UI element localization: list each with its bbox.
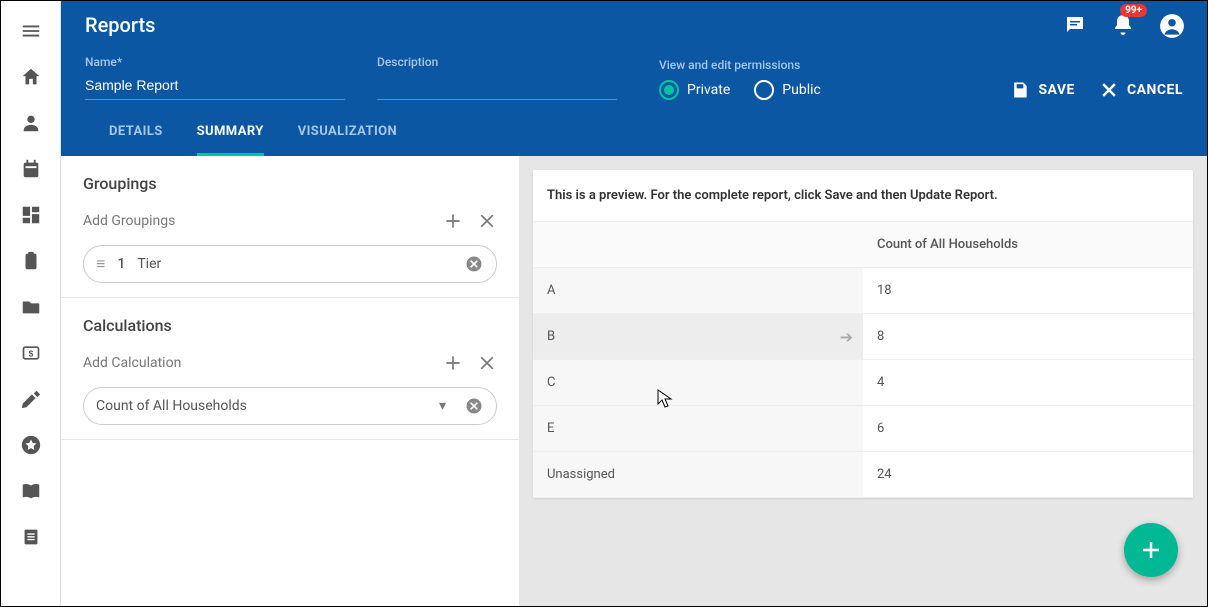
add-grouping-button[interactable] <box>443 211 463 231</box>
folder-icon[interactable] <box>19 295 43 319</box>
hamburger-icon[interactable] <box>19 19 43 43</box>
add-calculation-label: Add Calculation <box>83 355 181 371</box>
topbar: Reports 99+ Name* Description <box>61 1 1207 156</box>
svg-text:$: $ <box>28 348 33 358</box>
row-value: 8 <box>863 314 1193 360</box>
home-icon[interactable] <box>19 65 43 89</box>
table-row[interactable]: A18 <box>533 268 1193 314</box>
row-category: C <box>533 360 863 406</box>
book-icon[interactable] <box>19 479 43 503</box>
notif-badge: 99+ <box>1120 4 1147 17</box>
clear-calculations-button[interactable] <box>477 353 497 373</box>
grouping-label: Tier <box>137 256 452 272</box>
grouping-number: 1 <box>117 256 125 272</box>
notifications-icon[interactable]: 99+ <box>1111 13 1135 37</box>
config-panel: Groupings Add Groupings ≡ 1 Tier <box>61 156 519 606</box>
tab-visualization[interactable]: VISUALIZATION <box>298 124 397 156</box>
table-header-count: Count of All Households <box>863 222 1193 268</box>
clear-groupings-button[interactable] <box>477 211 497 231</box>
table-row[interactable]: Unassigned24 <box>533 452 1193 498</box>
groupings-section: Groupings Add Groupings ≡ 1 Tier <box>61 156 519 298</box>
remove-grouping-button[interactable] <box>464 254 484 274</box>
add-calculation-button[interactable] <box>443 353 463 373</box>
permissions-label: View and edit permissions <box>659 58 821 72</box>
calculation-dropdown-icon[interactable]: ▾ <box>439 398 446 414</box>
row-value: 6 <box>863 406 1193 452</box>
drilldown-arrow-icon[interactable]: ➔ <box>840 327 853 346</box>
row-category: Unassigned <box>533 452 863 498</box>
cancel-button[interactable]: CANCEL <box>1099 80 1183 100</box>
preview-notice: This is a preview. For the complete repo… <box>533 170 1193 222</box>
fab-add-button[interactable] <box>1124 523 1178 577</box>
row-value: 24 <box>863 452 1193 498</box>
row-value: 18 <box>863 268 1193 314</box>
row-category: B➔ <box>533 314 863 360</box>
table-header-empty <box>533 222 863 268</box>
preview-panel: This is a preview. For the complete repo… <box>519 156 1207 606</box>
preview-table: Count of All Households A18 B➔8 C4 E6 Un… <box>533 222 1193 498</box>
plus-icon <box>1139 538 1163 562</box>
tab-summary[interactable]: SUMMARY <box>197 124 264 156</box>
person-icon[interactable] <box>19 111 43 135</box>
private-radio[interactable]: Private <box>659 80 730 100</box>
clipboard-icon[interactable] <box>19 249 43 273</box>
drag-handle-icon[interactable]: ≡ <box>96 254 105 274</box>
billing-icon[interactable]: $ <box>19 341 43 365</box>
settings-icon[interactable] <box>19 387 43 411</box>
name-field: Name* <box>85 55 345 100</box>
private-label: Private <box>687 82 730 98</box>
description-field: Description <box>377 55 617 100</box>
star-icon[interactable] <box>19 433 43 457</box>
tabs: DETAILS SUMMARY VISUALIZATION <box>61 106 1207 156</box>
account-icon[interactable] <box>1159 13 1183 37</box>
row-category: A <box>533 268 863 314</box>
calculation-label: Count of All Households <box>96 398 427 414</box>
name-input[interactable] <box>85 75 345 100</box>
calculations-section: Calculations Add Calculation Count of Al… <box>61 298 519 440</box>
close-icon <box>1099 80 1119 100</box>
save-icon <box>1010 80 1030 100</box>
grouping-item[interactable]: ≡ 1 Tier <box>83 245 497 283</box>
groupings-title: Groupings <box>83 174 497 193</box>
row-value: 4 <box>863 360 1193 406</box>
row-category: E <box>533 406 863 452</box>
table-row[interactable]: B➔8 <box>533 314 1193 360</box>
calculation-item[interactable]: Count of All Households ▾ <box>83 387 497 425</box>
left-nav-rail: $ <box>1 1 61 606</box>
page-title: Reports <box>85 13 155 37</box>
description-label: Description <box>377 55 617 69</box>
public-radio[interactable]: Public <box>754 80 821 100</box>
remove-calculation-button[interactable] <box>464 396 484 416</box>
name-label: Name* <box>85 55 345 69</box>
chat-icon[interactable] <box>1063 13 1087 37</box>
calculations-title: Calculations <box>83 316 497 335</box>
permissions-group: View and edit permissions Private Public <box>659 58 821 100</box>
table-row[interactable]: C4 <box>533 360 1193 406</box>
save-button[interactable]: SAVE <box>1010 80 1075 100</box>
calendar-icon[interactable] <box>19 157 43 181</box>
table-row[interactable]: E6 <box>533 406 1193 452</box>
public-label: Public <box>782 82 821 98</box>
dashboard-icon[interactable] <box>19 203 43 227</box>
save-label: SAVE <box>1038 82 1075 98</box>
description-input[interactable] <box>377 75 617 100</box>
notes-icon[interactable] <box>19 525 43 549</box>
cancel-label: CANCEL <box>1127 82 1183 98</box>
add-groupings-label: Add Groupings <box>83 213 175 229</box>
tab-details[interactable]: DETAILS <box>109 124 163 156</box>
